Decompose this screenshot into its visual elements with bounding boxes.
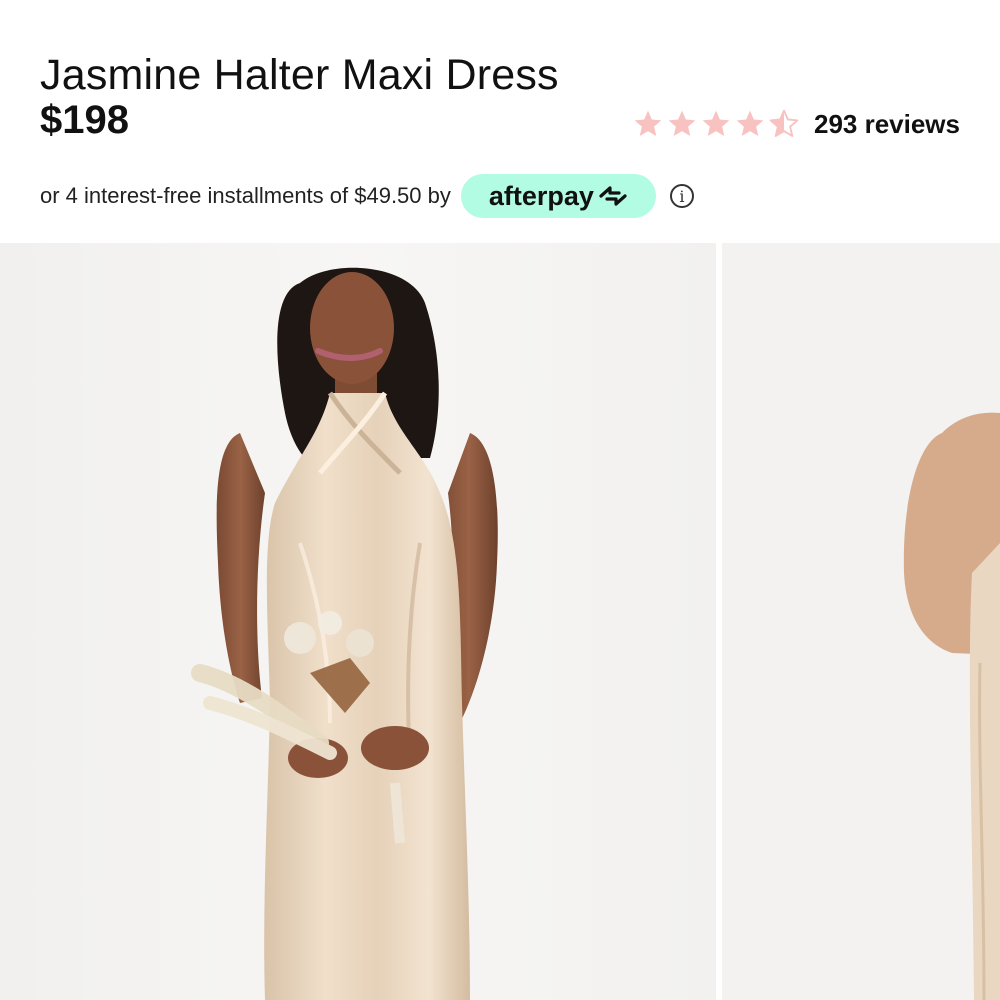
product-image-front[interactable]: [0, 243, 716, 1000]
afterpay-badge[interactable]: afterpay: [460, 174, 656, 218]
product-title: Jasmine Halter Maxi Dress: [40, 50, 559, 99]
product-image-gallery[interactable]: [0, 243, 1000, 1000]
installments-text: or 4 interest-free installments of $49.5…: [40, 183, 451, 208]
product-price: $198: [40, 98, 129, 142]
star-icon: [700, 108, 732, 140]
product-image-side[interactable]: [722, 243, 1000, 1000]
star-icon: [666, 108, 698, 140]
afterpay-arrows-icon: [598, 185, 628, 207]
installments-row: or 4 interest-free installments of $49.5…: [40, 174, 694, 218]
star-icon: [734, 108, 766, 140]
star-icon: [632, 108, 664, 140]
reviews-count-link[interactable]: 293 reviews: [814, 109, 960, 140]
half-star-icon: [768, 108, 800, 140]
info-circle-icon[interactable]: i: [669, 184, 694, 208]
star-rating[interactable]: [632, 108, 800, 140]
rating-summary[interactable]: 293 reviews: [632, 104, 960, 144]
afterpay-wordmark: afterpay: [488, 180, 594, 211]
product-page: Jasmine Halter Maxi Dress $198 293 revie…: [0, 0, 1000, 1000]
